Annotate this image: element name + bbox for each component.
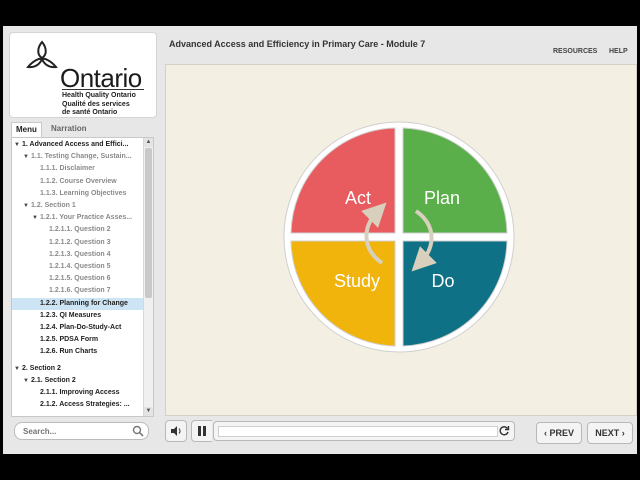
menu-item[interactable]: 2.1.2. Access Strategies: ... (12, 399, 153, 411)
menu-item[interactable]: 1.2.3. QI Measures (12, 310, 153, 322)
menu-item-label: 1.1.3. Learning Objectives (40, 189, 127, 197)
menu-item[interactable]: ▼ 1.2.1. Your Practice Asses... (12, 212, 153, 224)
pdsa-diagram: Act Plan Study Do (283, 121, 515, 353)
menu-item-label: 1.2.1. Your Practice Asses... (40, 214, 133, 222)
seek-bar[interactable] (213, 421, 515, 441)
menu-item-label: 1.1.2. Course Overview (40, 177, 117, 185)
chevron-left-icon: ‹ (543, 428, 547, 438)
chevron-right-icon: › (621, 428, 625, 438)
slide-stage: Act Plan Study Do (165, 64, 637, 416)
menu-item-label: 1.2. Section 1 (31, 202, 76, 209)
chevron-down-icon[interactable]: ▼ (14, 139, 22, 151)
menu-item[interactable]: 1.2.1.1. Question 2 (12, 224, 153, 236)
quadrant-act (290, 127, 396, 234)
speaker-icon (171, 426, 181, 436)
quadrant-do (402, 240, 508, 347)
menu-item-label: 2. Section 2 (22, 364, 61, 372)
menu-panel: ▼ 1. Advanced Access and Effici... ▼ 1.1. T… (11, 137, 154, 417)
menu-item[interactable]: 1.2.1.6. Question 7 (12, 285, 153, 297)
menu-item[interactable]: 1.2.1.3. Question 4 (12, 249, 153, 261)
menu-item[interactable]: 1.2.4. Plan-Do-Study-Act (12, 322, 153, 334)
menu-item-label: 1.2.5. PDSA Form (40, 336, 99, 344)
menu-item-label: 1.2.4. Plan-Do-Study-Act (40, 324, 122, 331)
menu-item-label: 1.2.1.1. Question 2 (49, 226, 111, 234)
menu-item-label: 1. Advanced Access and Effici... (22, 141, 129, 148)
label-study: Study (334, 271, 380, 291)
search-box (14, 422, 149, 440)
replay-icon[interactable] (498, 425, 510, 437)
menu-item-label: 2.1. Section 2 (31, 376, 76, 384)
next-label: NEXT (595, 428, 620, 438)
menu-item[interactable]: 1.1.1. Disclaimer (12, 163, 153, 175)
quadrant-plan (402, 127, 508, 234)
scroll-thumb[interactable] (145, 148, 152, 298)
menu-item[interactable]: 1.1.2. Course Overview (12, 176, 153, 188)
menu-item[interactable]: ▼ 1. Advanced Access and Effici... (12, 139, 145, 151)
pause-button[interactable] (191, 420, 212, 442)
logo: Ontario Health Quality Ontario Qualité d… (9, 32, 157, 118)
menu-item[interactable]: 1.2.1.2. Question 3 (12, 237, 153, 249)
help-link[interactable]: HELP (609, 48, 628, 55)
menu-item[interactable]: 1.2.2. Planning for Change (12, 297, 153, 310)
menu-item[interactable]: 1.1.3. Learning Objectives (12, 188, 153, 200)
tab-narration[interactable]: Narration (47, 122, 91, 136)
menu-item-label: 1.1.1. Disclaimer (40, 165, 95, 173)
menu-item[interactable]: ▼ 2.1. Section 2 (12, 375, 153, 387)
trillium-icon (26, 40, 58, 69)
pause-icon (198, 426, 206, 436)
menu-item-label: 1.2.1.6. Question 7 (49, 287, 111, 295)
menu-item[interactable]: 1.2.6. Run Charts (12, 346, 153, 358)
menu-item[interactable]: ▼ 2. Section 2 (12, 363, 145, 375)
menu-item-label: 1.2.2. Planning for Change (40, 299, 128, 307)
volume-button[interactable] (165, 420, 187, 442)
next-button[interactable]: NEXT › (587, 422, 633, 444)
menu-item-label: 1.2.1.3. Question 4 (49, 250, 111, 258)
menu-item[interactable]: ▼ 1.1. Testing Change, Sustain... (12, 151, 153, 163)
seek-track[interactable] (218, 426, 498, 437)
search-input[interactable] (21, 424, 125, 439)
menu-item[interactable]: 2.1.1. Improving Access (12, 387, 153, 399)
course-title: Advanced Access and Efficiency in Primar… (169, 39, 426, 49)
search-icon[interactable] (132, 425, 144, 437)
menu-item-label: 2.1.2. Access Strategies: ... (40, 401, 130, 409)
chevron-down-icon[interactable]: ▼ (23, 200, 31, 212)
logo-line3: de santé Ontario (62, 109, 118, 116)
menu-item[interactable]: 1.2.1.5. Question 6 (12, 273, 153, 285)
logo-line1: Health Quality Ontario (62, 92, 136, 99)
scroll-down-icon[interactable]: ▼ (144, 407, 153, 416)
label-do: Do (431, 271, 454, 291)
menu-item-label: 1.2.3. QI Measures (40, 311, 102, 319)
chevron-down-icon[interactable]: ▼ (23, 375, 31, 387)
menu-item[interactable]: 1.2.5. PDSA Form (12, 334, 153, 346)
quadrant-study (290, 240, 396, 347)
label-plan: Plan (424, 188, 460, 208)
menu-item[interactable]: ▼ 1.2. Section 1 (12, 200, 153, 212)
prev-label: PREV (549, 428, 575, 438)
menu-item-label: 1.2.6. Run Charts (40, 348, 98, 356)
chevron-down-icon[interactable]: ▼ (32, 212, 40, 224)
chevron-down-icon[interactable]: ▼ (23, 151, 31, 163)
menu-item-label: 2.1.1. Improving Access (40, 389, 120, 396)
menu-item-label: 1.2.1.4. Question 5 (49, 263, 111, 270)
resources-link[interactable]: RESOURCES (553, 48, 597, 55)
tab-menu[interactable]: Menu (11, 122, 42, 137)
app-frame: Ontario Health Quality Ontario Qualité d… (3, 26, 637, 454)
menu-item-label: 1.2.1.5. Question 6 (49, 275, 111, 283)
menu-item-label: 1.1. Testing Change, Sustain... (31, 153, 132, 161)
player-bar (165, 420, 535, 442)
prev-button[interactable]: ‹ PREV (536, 422, 582, 444)
menu-scrollbar[interactable]: ▲ ▼ (143, 138, 153, 416)
menu-item[interactable]: 1.2.1.4. Question 5 (12, 261, 153, 273)
scroll-up-icon[interactable]: ▲ (144, 138, 153, 147)
label-act: Act (345, 188, 371, 208)
chevron-down-icon[interactable]: ▼ (14, 363, 22, 375)
menu-item-label: 1.2.1.2. Question 3 (49, 238, 111, 246)
